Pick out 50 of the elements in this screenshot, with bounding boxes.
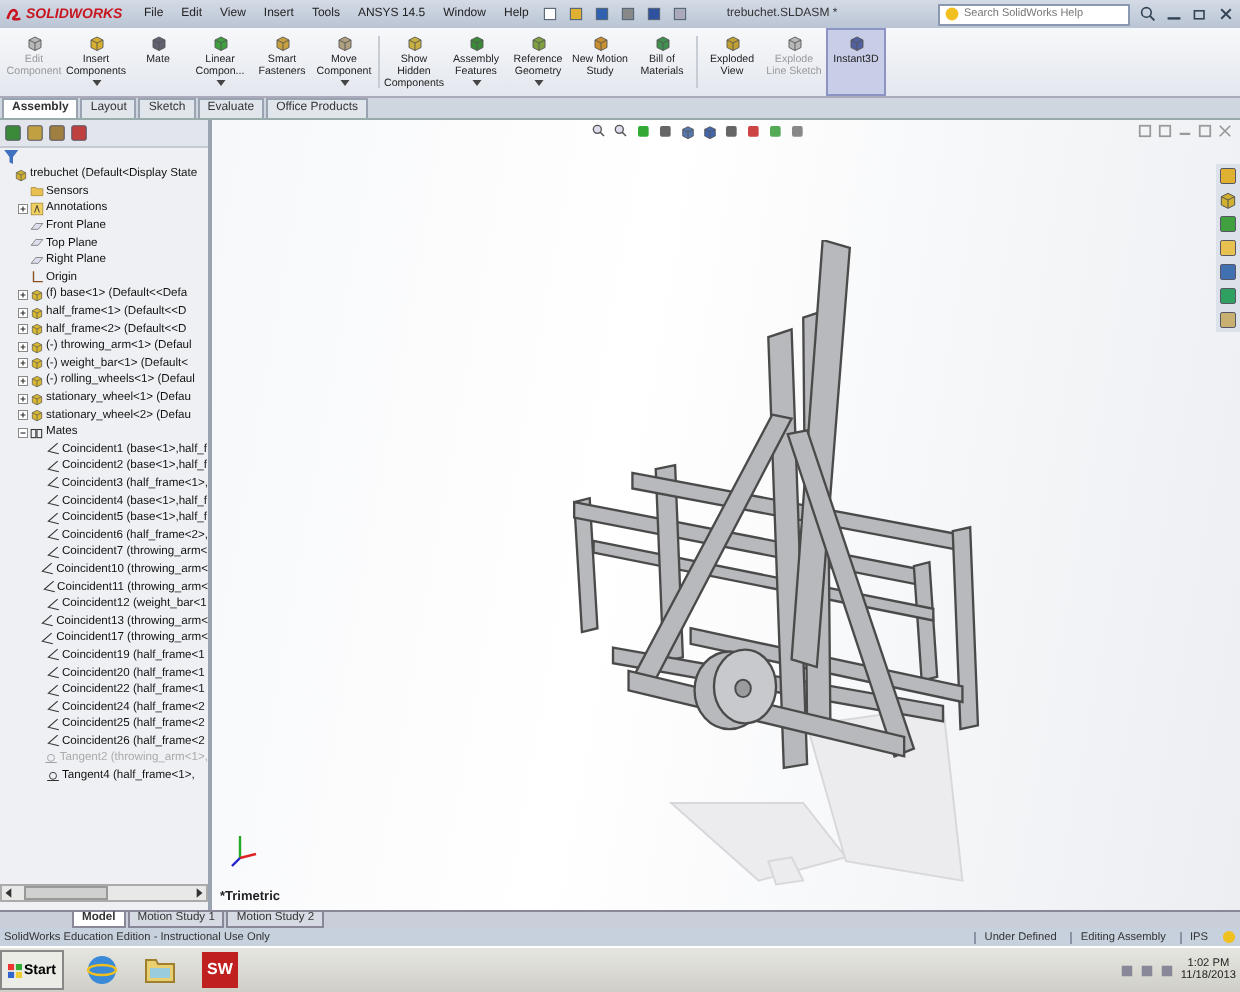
cube-icon	[723, 34, 741, 52]
browser-button[interactable]	[81, 952, 122, 988]
cube-icon	[211, 34, 229, 52]
cube-icon	[25, 34, 43, 52]
cube-icon	[87, 34, 105, 52]
tile-icon[interactable]	[1158, 124, 1172, 138]
scrollbar-thumb[interactable]	[24, 886, 108, 900]
cube-icon	[273, 34, 291, 52]
cube-icon	[529, 34, 547, 52]
help-icon	[944, 6, 960, 22]
clip-icon	[30, 425, 44, 440]
restore-icon[interactable]	[1192, 6, 1208, 22]
cube-icon	[847, 34, 865, 52]
zoom-icon[interactable]	[592, 124, 608, 140]
zoom-icon[interactable]	[614, 124, 630, 140]
tile-icon[interactable]	[1138, 124, 1152, 138]
plus-icon[interactable]	[18, 203, 28, 214]
windows-logo-icon	[8, 963, 22, 977]
axes-icon	[30, 270, 44, 285]
tangent-icon	[43, 751, 58, 766]
plus-icon[interactable]	[18, 289, 28, 300]
cube-icon	[785, 34, 803, 52]
right-arrow-icon[interactable]	[192, 886, 206, 900]
axis-triad-icon	[228, 830, 260, 870]
cube-icon	[30, 287, 44, 302]
plus-icon[interactable]	[18, 375, 28, 386]
cube-icon	[653, 34, 671, 52]
cube-icon	[335, 34, 353, 52]
minus-icon[interactable]	[18, 427, 28, 438]
plus-icon[interactable]	[18, 410, 28, 421]
letter-a-icon	[30, 201, 44, 216]
left-arrow-icon[interactable]	[2, 886, 16, 900]
search-icon[interactable]	[1140, 6, 1156, 22]
tangent-icon	[46, 769, 60, 784]
plus-icon[interactable]	[18, 324, 28, 335]
close-icon[interactable]	[1218, 6, 1234, 22]
cube-icon	[149, 34, 167, 52]
cube-icon	[14, 167, 28, 182]
cube-icon[interactable]	[680, 124, 696, 140]
cube-icon[interactable]	[1218, 190, 1238, 210]
cube-icon	[405, 34, 423, 52]
plus-icon[interactable]	[18, 341, 28, 352]
plus-icon[interactable]	[18, 307, 28, 318]
app-button[interactable]: SW	[201, 952, 238, 988]
cube-icon	[591, 34, 609, 52]
plus-icon[interactable]	[18, 393, 28, 404]
cube-icon[interactable]	[702, 124, 718, 140]
plus-icon[interactable]	[18, 358, 28, 369]
cube-icon	[467, 34, 485, 52]
logo-icon	[6, 6, 22, 22]
